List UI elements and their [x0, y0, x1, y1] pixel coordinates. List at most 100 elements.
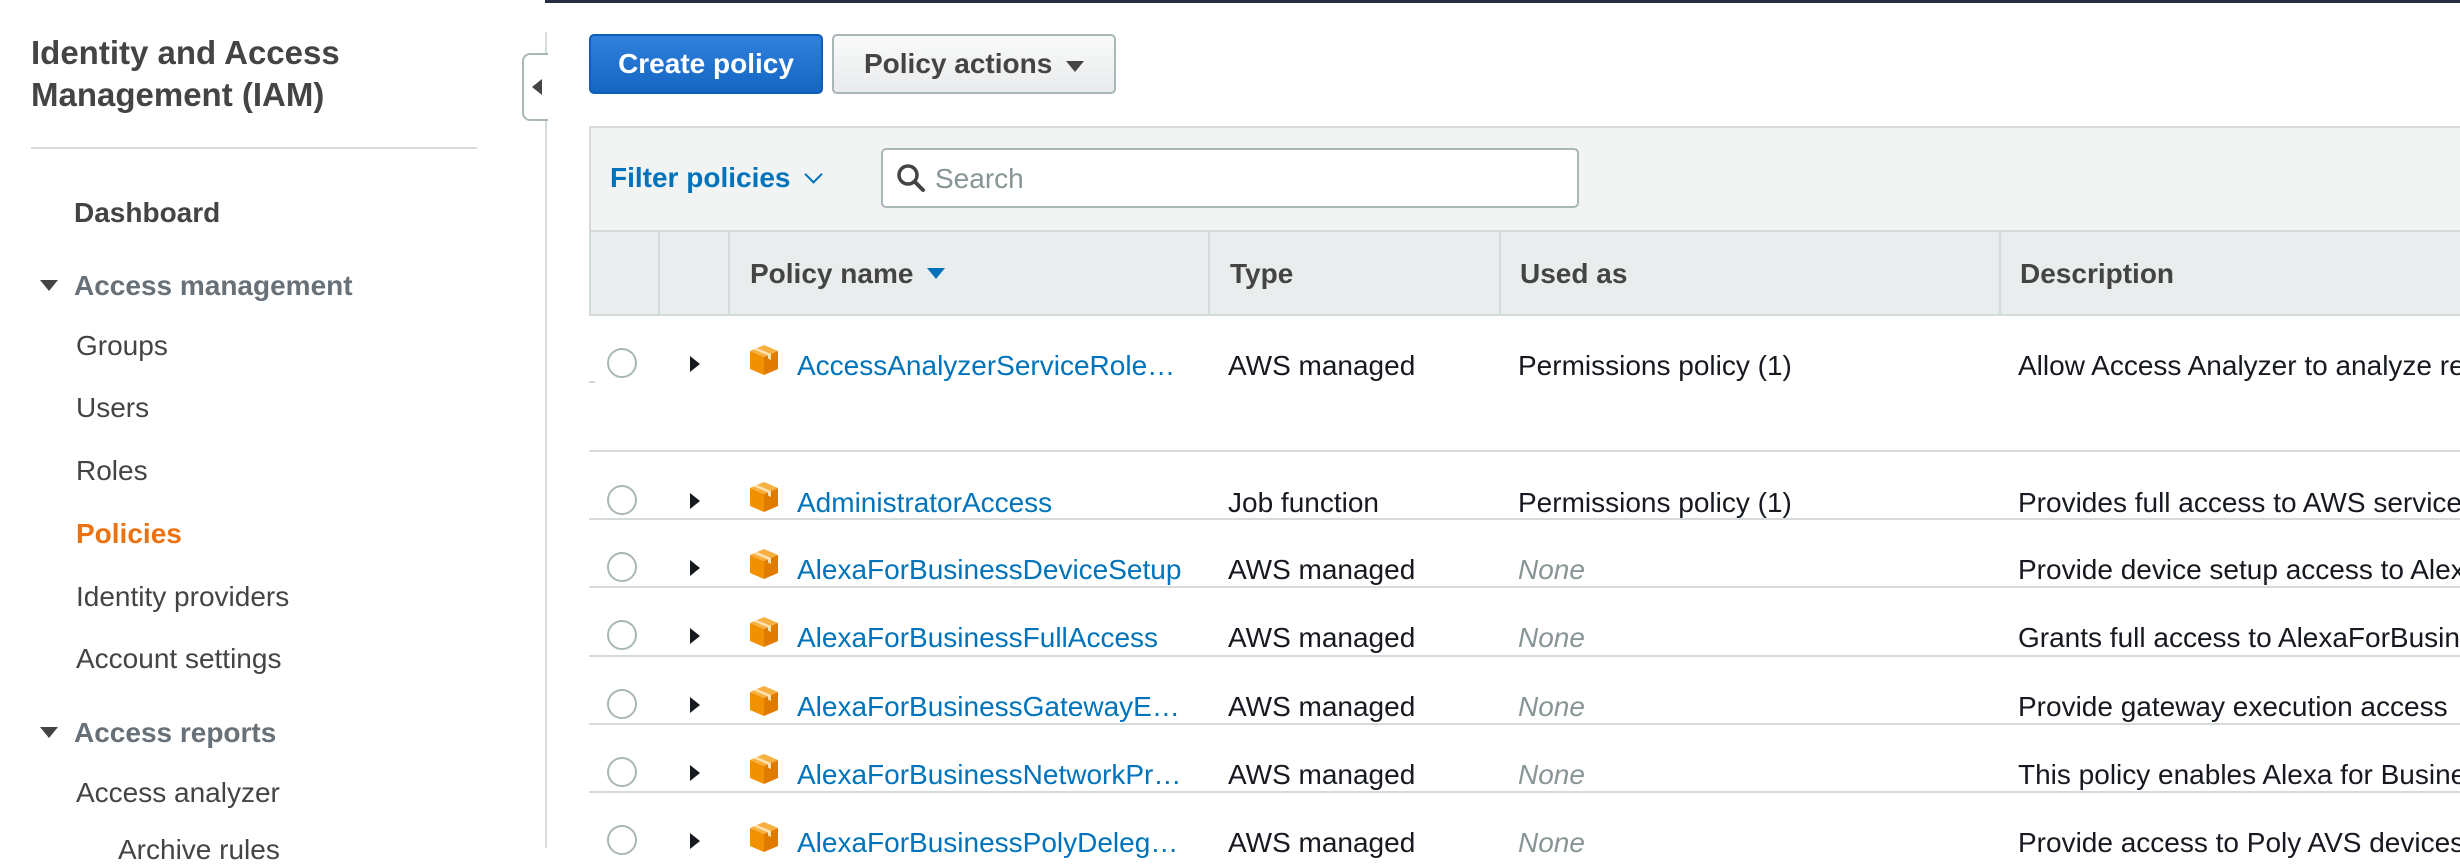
sidebar-section-access-management[interactable]: Access management: [40, 270, 353, 302]
policy-name-link[interactable]: AccessAnalyzerServiceRole…: [797, 350, 1197, 382]
package-icon: [747, 684, 781, 718]
sidebar-item-archive-rules[interactable]: Archive rules: [118, 834, 280, 866]
column-header-used-as[interactable]: Used as: [1520, 258, 1627, 290]
policy-description: Provide device setup access to Alex: [2018, 554, 2460, 585]
policy-type: Job function: [1228, 487, 1379, 518]
column-label: Policy name: [750, 258, 914, 289]
search-input[interactable]: [933, 156, 1557, 202]
policy-description: Provide access to Poly AVS devices: [2018, 827, 2460, 858]
column-separator: [1208, 232, 1210, 316]
column-separator: [1499, 232, 1501, 316]
policy-used-as: Permissions policy (1): [1518, 487, 1792, 518]
chevron-left-icon: [532, 79, 542, 95]
policy-name-link[interactable]: AdministratorAccess: [797, 487, 1197, 519]
policy-actions-label: Policy actions: [864, 48, 1053, 79]
policy-type: AWS managed: [1228, 827, 1416, 858]
table-row[interactable]: AlexaForBusinessFullAccess AWS managed Non…: [589, 588, 2460, 657]
sidebar-border: [545, 32, 547, 848]
policy-used-as: None: [1518, 554, 1585, 585]
section-label: Access reports: [74, 717, 277, 748]
sidebar-item-users[interactable]: Users: [76, 392, 149, 424]
policy-name-link[interactable]: AlexaForBusinessFullAccess: [797, 622, 1197, 654]
table-header: Policy name Type Used as Description: [589, 230, 2460, 316]
caret-down-icon: [40, 280, 58, 292]
expand-row-caret-icon[interactable]: [690, 765, 700, 781]
package-icon: [747, 343, 781, 377]
policy-name-link[interactable]: AlexaForBusinessDeviceSetup: [797, 554, 1197, 586]
caret-down-icon: [40, 727, 58, 739]
sidebar: Identity and Access Management (IAM) Das…: [0, 0, 545, 865]
policy-actions-button[interactable]: Policy actions: [832, 34, 1116, 94]
package-icon: [747, 480, 781, 514]
expand-row-caret-icon[interactable]: [690, 493, 700, 509]
sidebar-item-policies[interactable]: Policies: [76, 518, 182, 550]
chevron-down-icon: [803, 165, 823, 184]
sidebar-item-dashboard[interactable]: Dashboard: [74, 197, 220, 229]
table-row[interactable]: AlexaForBusinessDeviceSetup AWS managed No…: [589, 520, 2460, 588]
package-icon: [747, 547, 781, 581]
policy-type: AWS managed: [1228, 554, 1416, 585]
policy-name-link[interactable]: AlexaForBusinessPolyDeleg…: [797, 827, 1197, 859]
filter-policies-dropdown[interactable]: Filter policies: [610, 162, 823, 194]
policy-used-as: None: [1518, 759, 1585, 790]
expand-row-caret-icon[interactable]: [690, 697, 700, 713]
column-separator: [728, 232, 730, 316]
sidebar-item-identity-providers[interactable]: Identity providers: [76, 581, 289, 613]
policy-description: Grants full access to AlexaForBusin: [2018, 622, 2460, 653]
caret-down-icon: [1066, 61, 1084, 72]
row-select-radio[interactable]: [607, 825, 637, 855]
policy-type: AWS managed: [1228, 759, 1416, 790]
sidebar-section-access-reports[interactable]: Access reports: [40, 717, 276, 749]
row-select-radio[interactable]: [607, 552, 637, 582]
policy-type: AWS managed: [1228, 622, 1416, 653]
row-select-radio[interactable]: [607, 348, 637, 378]
create-policy-button[interactable]: Create policy: [589, 34, 823, 94]
row-divider-fragment: [589, 381, 595, 383]
expand-row-caret-icon[interactable]: [690, 560, 700, 576]
expand-row-caret-icon[interactable]: [690, 628, 700, 644]
search-icon: [897, 164, 925, 192]
table-row[interactable]: AdministratorAccess Job function Permissio…: [589, 452, 2460, 520]
column-header-description[interactable]: Description: [2020, 258, 2174, 290]
sidebar-title: Identity and Access Management (IAM): [31, 34, 340, 113]
package-icon: [747, 752, 781, 786]
table-row[interactable]: AlexaForBusinessNetworkPr… AWS managed Non…: [589, 725, 2460, 793]
policy-name-link[interactable]: AlexaForBusinessNetworkPr…: [797, 759, 1197, 791]
row-select-radio[interactable]: [607, 485, 637, 515]
column-separator: [658, 232, 660, 316]
filter-policies-label: Filter policies: [610, 162, 791, 193]
column-separator: [1999, 232, 2001, 316]
search-box[interactable]: [881, 148, 1579, 208]
policy-used-as: Permissions policy (1): [1518, 350, 1792, 381]
policy-description: Allow Access Analyzer to analyze re: [2018, 350, 2460, 381]
column-header-policy-name[interactable]: Policy name: [750, 258, 946, 290]
policy-description: Provide gateway execution access: [2018, 691, 2448, 722]
package-icon: [747, 615, 781, 649]
row-select-radio[interactable]: [607, 620, 637, 650]
policy-type: AWS managed: [1228, 691, 1416, 722]
table-row[interactable]: AlexaForBusinessPolyDeleg… AWS managed Non…: [589, 793, 2460, 861]
package-icon: [747, 820, 781, 854]
sort-descending-icon: [927, 268, 946, 280]
policy-type: AWS managed: [1228, 350, 1416, 381]
row-select-radio[interactable]: [607, 689, 637, 719]
sidebar-item-account-settings[interactable]: Account settings: [76, 643, 281, 675]
section-label: Access management: [74, 270, 353, 301]
policy-used-as: None: [1518, 622, 1585, 653]
policy-name-link[interactable]: AlexaForBusinessGatewayE…: [797, 691, 1197, 723]
policy-description: This policy enables Alexa for Busine: [2018, 759, 2460, 790]
column-header-type[interactable]: Type: [1230, 258, 1293, 290]
expand-row-caret-icon[interactable]: [690, 833, 700, 849]
collapse-sidebar-button[interactable]: [522, 53, 548, 121]
table-row[interactable]: AccessAnalyzerServiceRole… AWS managed Per…: [589, 315, 2460, 452]
table-row[interactable]: AlexaForBusinessGatewayE… AWS managed None…: [589, 657, 2460, 725]
sidebar-item-groups[interactable]: Groups: [76, 330, 168, 362]
policy-used-as: None: [1518, 827, 1585, 858]
row-select-radio[interactable]: [607, 757, 637, 787]
expand-row-caret-icon[interactable]: [690, 356, 700, 372]
sidebar-divider: [31, 147, 477, 149]
policy-used-as: None: [1518, 691, 1585, 722]
sidebar-item-access-analyzer[interactable]: Access analyzer: [76, 777, 280, 809]
policy-description: Provides full access to AWS service: [2018, 487, 2460, 518]
sidebar-item-roles[interactable]: Roles: [76, 455, 148, 487]
